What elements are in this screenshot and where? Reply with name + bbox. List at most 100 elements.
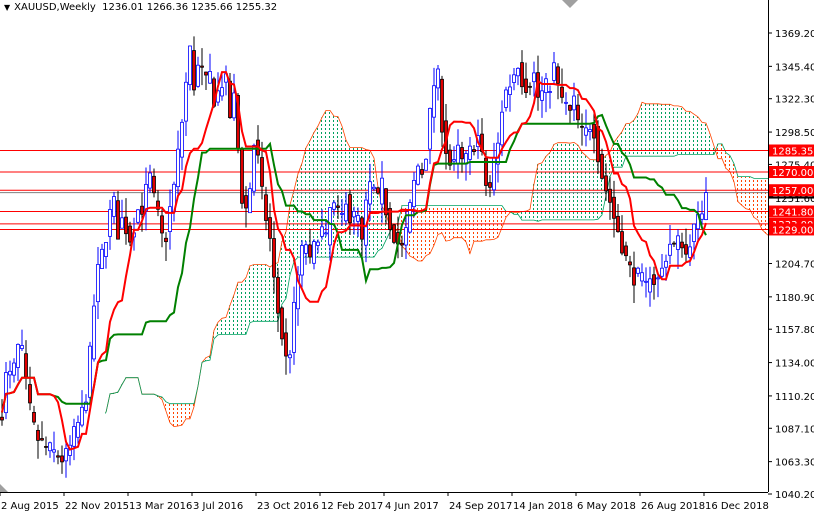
candle-bearish (228, 80, 232, 119)
candle-bullish (112, 196, 116, 217)
candle-bearish (204, 71, 208, 76)
cloud-segment-bullish (232, 294, 236, 335)
candle-bearish (472, 149, 476, 152)
price-tick-label: 1040.20 (775, 490, 814, 501)
cloud-segment-bullish (372, 158, 376, 258)
symbol-label: XAUUSD,Weekly (14, 2, 96, 13)
cloud-segment-bullish (668, 104, 672, 157)
candle-bullish (636, 267, 640, 274)
candle-bearish (240, 148, 244, 204)
candle-bullish (176, 148, 180, 188)
candle-bearish (164, 237, 168, 243)
scroll-marker-icon (0, 484, 8, 492)
candle-bullish (72, 426, 76, 447)
candle-bullish (532, 72, 536, 83)
chart-header: ▼ XAUUSD,Weekly 1236.01 1266.36 1235.66 1… (4, 2, 277, 13)
candle-bullish (664, 260, 668, 268)
candle-bullish (344, 203, 348, 222)
cloud-segment-bullish (252, 264, 256, 322)
cloud-segment-bearish (740, 176, 744, 206)
time-tick-label: 12 Feb 2017 (321, 501, 383, 512)
candle-bearish (632, 267, 636, 286)
candle-bullish (88, 345, 92, 398)
candle-bearish (628, 261, 632, 266)
cloud-segment-bearish (764, 178, 768, 234)
candle-bullish (688, 246, 692, 258)
candle-bullish (48, 442, 52, 452)
cloud-segment-bullish (268, 267, 272, 322)
candle-bearish (276, 277, 280, 314)
cloud-segment-bullish (240, 282, 244, 335)
candle-bearish (28, 384, 32, 404)
candle-bearish (400, 242, 404, 246)
plot-area (0, 36, 768, 478)
cloud-segment-bullish (216, 322, 220, 335)
candle-bullish (316, 241, 320, 246)
cloud-segment-bullish (356, 147, 360, 258)
price-tick-label: 1157.80 (775, 325, 814, 336)
candle-bearish (624, 245, 628, 257)
cloud-segment-bearish (456, 205, 460, 238)
cloud-segment-bullish (264, 264, 268, 322)
candle-bullish (500, 111, 504, 146)
candle-bearish (56, 455, 60, 458)
candle-bullish (692, 223, 696, 242)
cloud-segment-bullish (580, 152, 584, 220)
candle-bullish (504, 89, 508, 108)
candle-bullish (552, 62, 556, 81)
candle-bullish (108, 209, 112, 237)
candle-bearish (32, 411, 36, 423)
candle-bullish (540, 90, 544, 101)
cloud-segment-bearish (172, 403, 176, 427)
cloud-segment-bearish (436, 205, 440, 235)
cloud-segment-bullish (532, 184, 536, 221)
candle-bullish (468, 145, 472, 160)
candle-bearish (576, 104, 580, 121)
candle-bullish (324, 232, 328, 235)
candle-bullish (408, 202, 412, 233)
candle-bullish (436, 68, 440, 89)
candle-bearish (604, 175, 608, 192)
candle-bullish (8, 370, 12, 376)
candle-bullish (312, 241, 316, 264)
candle-bearish (140, 205, 144, 215)
cloud-segment-bearish (460, 205, 464, 238)
candle-bullish (232, 92, 236, 119)
candle-bullish (424, 158, 428, 171)
candle-bearish (652, 274, 656, 285)
level-price-label: 1270.00 (772, 168, 813, 179)
cloud-segment-bearish (756, 178, 760, 221)
candle-bearish (556, 66, 560, 84)
candle-bullish (52, 449, 56, 453)
candle-bullish (148, 172, 152, 189)
price-tick-label: 1110.20 (775, 392, 814, 403)
candle-bearish (616, 215, 620, 233)
cloud-segment-bullish (104, 412, 108, 414)
candle-bearish (36, 429, 40, 441)
candle-bearish (568, 104, 572, 111)
level-price-label: 1229.00 (772, 225, 813, 236)
candle-bullish (328, 207, 332, 246)
candle-bullish (432, 85, 436, 118)
cloud-segment-bullish (352, 147, 356, 258)
candle-bullish (704, 192, 708, 221)
candle-bearish (376, 187, 380, 194)
price-chart[interactable]: 1369.201345.401322.301298.501275.401251.… (0, 0, 814, 514)
cloud-segment-bullish (376, 187, 380, 251)
candle-bullish (104, 242, 108, 257)
candle-bearish (336, 205, 340, 208)
candle-bullish (416, 165, 420, 185)
candle-bearish (488, 182, 492, 188)
candle-bearish (128, 225, 132, 243)
price-tick-label: 1180.90 (775, 293, 814, 304)
cloud-segment-bearish (176, 403, 180, 427)
cloud-segment-bullish (672, 105, 676, 157)
dropdown-triangle-icon[interactable]: ▼ (4, 3, 10, 12)
cloud-segment-bullish (660, 104, 664, 157)
cloud-segment-bullish (548, 152, 552, 220)
candle-bullish (644, 280, 648, 283)
cloud-segment-bullish (680, 106, 684, 155)
time-tick-label: 24 Sep 2017 (449, 501, 512, 512)
cloud-segment-bearish (496, 205, 500, 238)
cloud-segment-bullish (656, 103, 660, 157)
